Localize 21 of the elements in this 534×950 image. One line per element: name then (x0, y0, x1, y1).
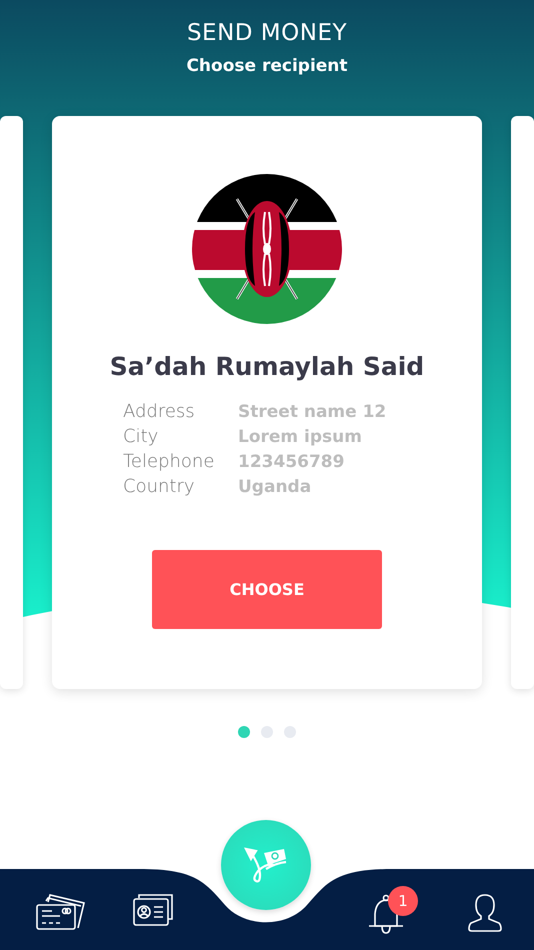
id-card-icon[interactable] (133, 894, 173, 926)
detail-label: City (123, 426, 160, 448)
detail-value: Uganda (238, 476, 312, 498)
detail-value: Lorem ipsum (238, 426, 363, 448)
detail-label: Address (123, 401, 196, 423)
choose-button[interactable]: CHOOSE (152, 550, 382, 629)
recipient-name: Sa’dah Rumaylah Said (110, 352, 424, 381)
credit-cards-icon[interactable] (36, 894, 86, 930)
page-title: SEND MONEY (186, 20, 348, 46)
detail-value: 123456789 (238, 451, 346, 473)
money-arrow-icon (244, 845, 288, 885)
profile-icon[interactable] (468, 894, 502, 932)
side-card[interactable] (511, 116, 534, 689)
send-money-button[interactable] (221, 820, 311, 910)
detail-value: Street name 12 (238, 401, 386, 423)
flag-icon (192, 174, 342, 324)
detail-label: Country (123, 476, 196, 498)
detail-label: Telephone (123, 451, 216, 473)
page-subtitle: Choose recipient (186, 56, 348, 76)
side-card[interactable] (0, 116, 23, 689)
page-dot[interactable] (238, 726, 250, 738)
